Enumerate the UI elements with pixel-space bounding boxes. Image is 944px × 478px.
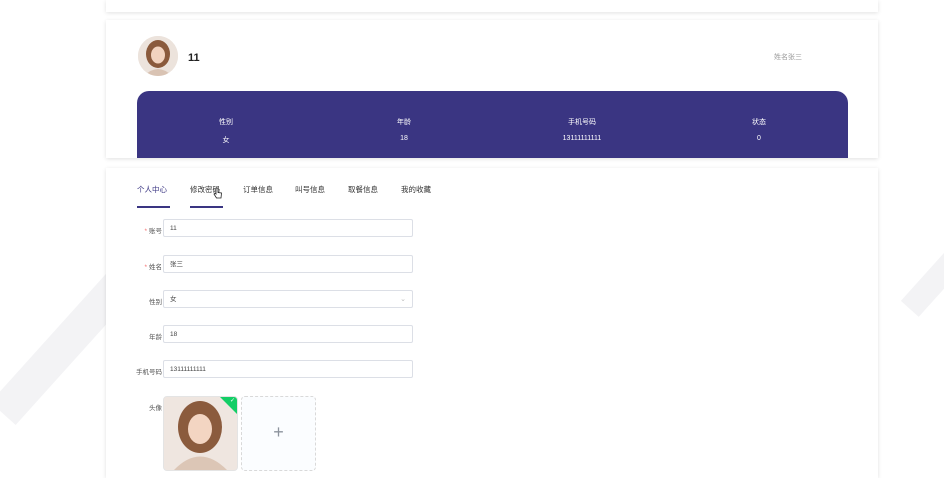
age-input[interactable]: 18 [163,325,413,343]
name-hint: 姓名张三 [774,54,802,61]
avatar [138,36,178,76]
form-row-age: 年龄 18 [106,325,426,345]
avatar-upload-thumbnail[interactable]: ✓ [163,396,238,471]
stat-label: 性别 [219,119,233,126]
stat-status: 状态 0 [699,117,819,142]
phone-label: 手机号码 [136,369,162,376]
stat-value: 0 [757,135,761,142]
tab-pickup[interactable]: 取餐信息 [348,184,378,195]
name-input[interactable]: 张三 [163,255,413,273]
account-label: * 账号 [144,228,162,235]
stat-value: 13111111111 [562,135,602,142]
form-row-name: * 姓名 张三 [106,255,426,275]
age-label: 年龄 [149,334,162,341]
form-row-avatar: 头像 ✓ + [106,396,426,476]
tab-favorites[interactable]: 我的收藏 [401,184,431,195]
stats-bar: 性别 女 年龄 18 手机号码 13111111111 状态 0 [137,91,848,158]
stat-label: 年龄 [397,119,411,126]
gender-select[interactable]: 女 ⌄ [163,290,413,308]
hand-cursor-icon [213,187,223,205]
account-panel: 个人中心 修改密码 订单信息 叫号信息 取餐信息 我的收藏 * 账号 11 * 姓名… [106,168,878,478]
form-row-gender: 性别 女 ⌄ [106,290,426,310]
form-row-phone: 手机号码 13111111111 [106,360,426,380]
active-tab-indicator [137,206,170,208]
profile-card: 11 姓名张三 性别 女 年龄 18 手机号码 13111111111 状态 0 [106,20,878,158]
required-icon: * [144,228,147,235]
phone-input[interactable]: 13111111111 [163,360,413,378]
background-stripe [900,167,944,317]
chevron-down-icon: ⌄ [400,296,406,303]
avatar-upload-button[interactable]: + [241,396,316,471]
required-icon: * [144,264,147,271]
hover-tab-indicator [190,206,223,208]
stat-label: 状态 [752,119,766,126]
top-card-edge [106,0,878,12]
check-icon: ✓ [229,398,235,404]
stat-phone: 手机号码 13111111111 [522,117,642,142]
stat-value: 18 [400,135,408,142]
stat-gender: 性别 女 [166,117,286,145]
stat-value: 女 [222,137,230,144]
tab-orders[interactable]: 订单信息 [243,184,273,195]
tab-personal-center[interactable]: 个人中心 [137,184,167,195]
name-label: * 姓名 [144,264,162,271]
gender-label: 性别 [149,299,162,306]
avatar-label: 头像 [149,405,162,412]
form-row-account: * 账号 11 [106,219,426,239]
tab-queue-numbers[interactable]: 叫号信息 [295,184,325,195]
account-input[interactable]: 11 [163,219,413,237]
stat-age: 年龄 18 [344,117,464,142]
username: 11 [188,52,200,64]
gender-select-value: 女 [170,296,177,303]
stat-label: 手机号码 [568,119,596,126]
